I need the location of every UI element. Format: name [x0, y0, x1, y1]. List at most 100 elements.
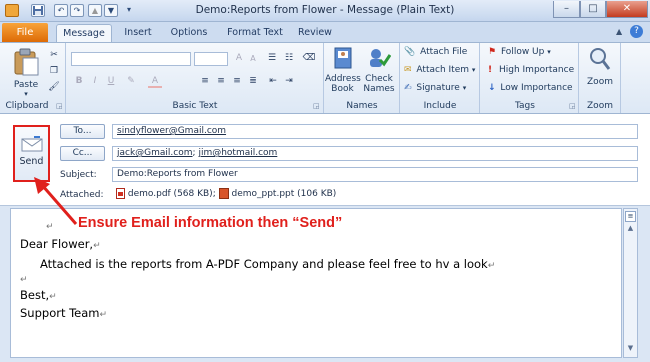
- basic-text-group-label: Basic Text: [172, 101, 218, 111]
- address-book-label-1: Address: [325, 74, 361, 84]
- ribbon-minimize-icon[interactable]: ▲: [616, 27, 622, 36]
- tags-launcher-icon[interactable]: ◲: [569, 102, 576, 110]
- attach-file-button[interactable]: 📎 Attach File: [404, 47, 478, 61]
- zoom-group-label: Zoom: [587, 101, 613, 111]
- attach-item-button[interactable]: ✉ Attach Item ▾: [404, 65, 478, 79]
- paperclip-icon: 📎: [404, 47, 416, 57]
- body-signature: Support Team↵: [20, 306, 107, 320]
- clear-formatting-icon[interactable]: ⌫: [302, 52, 316, 65]
- grow-font-icon[interactable]: A: [232, 52, 246, 65]
- cc-recipient-2: jim@hotmail.com: [198, 148, 278, 158]
- ppt-file-icon: [218, 188, 229, 199]
- follow-up-dropdown-icon: ▾: [547, 48, 551, 56]
- send-highlight-box: [13, 125, 50, 182]
- font-color-button[interactable]: A: [148, 75, 162, 88]
- help-icon[interactable]: ?: [630, 25, 643, 38]
- align-center-icon[interactable]: ≡: [214, 75, 228, 88]
- high-importance-label: High Importance: [498, 65, 575, 75]
- undo-icon[interactable]: ↶: [54, 4, 68, 17]
- down-arrow-icon: ↓: [488, 83, 496, 93]
- align-right-icon[interactable]: ≡: [230, 75, 244, 88]
- follow-up-label: Follow Up: [500, 47, 545, 57]
- check-names-button[interactable]: Check Names: [361, 46, 397, 98]
- customize-toolbar-icon[interactable]: ▾: [122, 4, 136, 17]
- scroll-up-arrow[interactable]: ▲: [625, 224, 636, 235]
- copy-icon[interactable]: ❐: [47, 65, 61, 78]
- cc-button[interactable]: Cc...: [60, 146, 105, 161]
- check-names-label-2: Names: [363, 84, 395, 94]
- closing-mark: ↵: [49, 292, 57, 302]
- font-size-combo[interactable]: [194, 52, 228, 66]
- ruler-toggle-icon[interactable]: ≡: [625, 211, 636, 222]
- to-button[interactable]: To...: [60, 124, 105, 139]
- paste-label: Paste: [13, 80, 39, 90]
- attachment-ppt-name: demo_ppt.ppt (106 KB): [231, 189, 337, 199]
- attach-item-dropdown-icon: ▾: [471, 66, 476, 74]
- flag-icon: ⚑: [488, 47, 497, 57]
- bold-button[interactable]: B: [72, 75, 86, 88]
- redo-icon[interactable]: ↷: [70, 4, 84, 17]
- tab-review[interactable]: Review: [292, 24, 338, 43]
- check-names-label-1: Check: [365, 74, 393, 84]
- signature-button[interactable]: ✍ Signature ▾: [404, 83, 478, 97]
- tab-format-text[interactable]: Format Text: [220, 24, 290, 43]
- close-button[interactable]: ✕: [606, 1, 648, 18]
- paste-button[interactable]: Paste ▾: [8, 48, 44, 98]
- signature-mark: ↵: [99, 310, 108, 320]
- save-icon[interactable]: [31, 4, 45, 17]
- follow-up-button[interactable]: ⚑ Follow Up ▾: [488, 47, 576, 61]
- tab-insert[interactable]: Insert: [116, 24, 160, 43]
- outlook-app-icon[interactable]: [5, 4, 19, 17]
- subject-field[interactable]: Demo:Reports from Flower: [112, 167, 638, 182]
- shrink-font-icon[interactable]: A: [246, 53, 260, 66]
- high-importance-button[interactable]: ! High Importance: [488, 65, 578, 79]
- attachment-pdf[interactable]: demo.pdf (568 KB);: [116, 188, 219, 199]
- vertical-scrollbar[interactable]: ≡ ▲ ▼: [623, 208, 638, 358]
- clipboard-launcher-icon[interactable]: ◲: [56, 102, 63, 110]
- greeting-mark: ↵: [93, 241, 101, 251]
- body-line-1: Attached is the reports from A-PDF Compa…: [40, 257, 495, 271]
- align-left-icon[interactable]: ≡: [198, 75, 212, 88]
- cc-field[interactable]: jack@Gmail.com; jim@hotmail.com: [112, 146, 638, 161]
- signature-label: Signature: [416, 83, 460, 93]
- tab-message[interactable]: Message: [56, 24, 112, 43]
- scroll-down-arrow[interactable]: ▼: [625, 344, 636, 355]
- tab-options[interactable]: Options: [164, 24, 214, 43]
- annotation-text: Ensure Email information then “Send”: [78, 215, 343, 231]
- justify-icon[interactable]: ≣: [246, 75, 260, 88]
- zoom-button[interactable]: Zoom: [582, 46, 618, 90]
- line1-text: Attached is the reports from A-PDF Compa…: [40, 257, 488, 271]
- italic-button[interactable]: I: [88, 75, 102, 88]
- cc-recipient-1: jack@Gmail.com: [117, 148, 193, 158]
- low-importance-button[interactable]: ↓ Low Importance: [488, 83, 578, 97]
- down-arrow-icon[interactable]: ▼: [104, 4, 118, 17]
- decrease-indent-icon[interactable]: ⇤: [266, 75, 280, 88]
- address-book-button[interactable]: Address Book: [325, 46, 361, 98]
- tab-file[interactable]: File: [2, 23, 48, 42]
- body-closing: Best,↵: [20, 288, 57, 302]
- attachment-ppt[interactable]: demo_ppt.ppt (106 KB): [218, 188, 337, 199]
- minimize-button[interactable]: –: [553, 1, 580, 18]
- envelope-icon: ✉: [404, 65, 412, 75]
- highlight-icon[interactable]: ✎: [124, 75, 138, 88]
- format-painter-icon[interactable]: 🖌: [47, 81, 61, 94]
- to-recipient: sindyflower@Gmail.com: [117, 126, 227, 136]
- closing-text: Best,: [20, 288, 50, 302]
- font-name-combo[interactable]: [71, 52, 191, 66]
- underline-button[interactable]: U: [104, 75, 118, 88]
- address-book-icon: [334, 47, 351, 69]
- subject-value: Demo:Reports from Flower: [117, 169, 238, 179]
- signature-dropdown-icon: ▾: [462, 84, 467, 92]
- cut-icon[interactable]: ✂: [47, 49, 61, 62]
- include-group-label: Include: [423, 101, 457, 111]
- zoom-label: Zoom: [587, 77, 613, 87]
- basic-text-launcher-icon[interactable]: ◲: [313, 102, 320, 110]
- up-arrow-icon[interactable]: ▲: [88, 4, 102, 17]
- numbering-icon[interactable]: ☷: [282, 52, 296, 65]
- increase-indent-icon[interactable]: ⇥: [282, 75, 296, 88]
- window-title: Demo:Reports from Flower - Message (Plai…: [195, 4, 455, 16]
- signature-text: Support Team: [20, 306, 100, 320]
- to-field[interactable]: sindyflower@Gmail.com: [112, 124, 638, 139]
- bullets-icon[interactable]: ☰: [265, 52, 279, 65]
- maximize-button[interactable]: □: [580, 1, 606, 18]
